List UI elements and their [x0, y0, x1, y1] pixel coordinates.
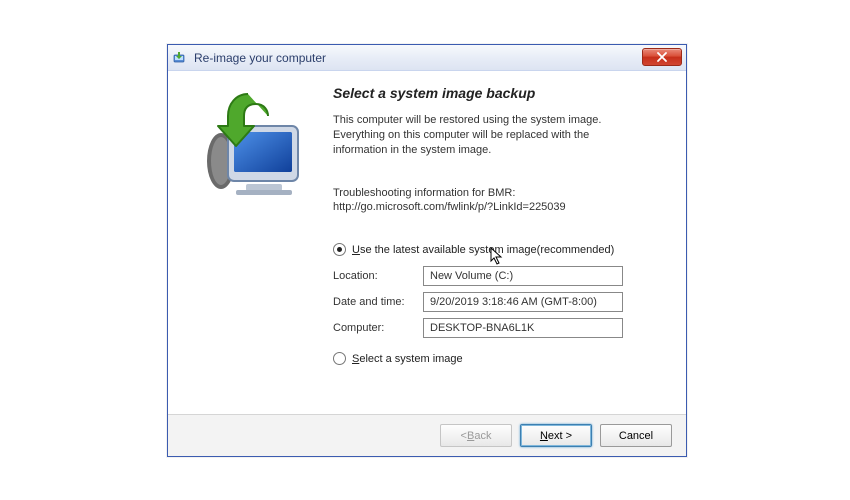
- troubleshoot-line1: Troubleshooting information for BMR:: [333, 186, 666, 201]
- troubleshoot-link: http://go.microsoft.com/fwlink/p/?LinkId…: [333, 200, 666, 215]
- radio-icon: [333, 243, 346, 256]
- page-heading: Select a system image backup: [333, 85, 666, 101]
- field-datetime: Date and time: 9/20/2019 3:18:46 AM (GMT…: [333, 292, 666, 312]
- client-area: Select a system image backup This comput…: [168, 71, 686, 414]
- restore-hero-icon: [186, 86, 316, 206]
- window-title: Re-image your computer: [194, 51, 326, 65]
- option-select-image[interactable]: Select a system image: [333, 352, 666, 365]
- location-value: New Volume (C:): [423, 266, 623, 286]
- app-icon: [172, 50, 188, 66]
- datetime-label: Date and time:: [333, 296, 423, 308]
- location-label: Location:: [333, 270, 423, 282]
- field-location: Location: New Volume (C:): [333, 266, 666, 286]
- computer-label: Computer:: [333, 322, 423, 334]
- page-description: This computer will be restored using the…: [333, 113, 633, 158]
- image-details: Location: New Volume (C:) Date and time:…: [333, 266, 666, 338]
- next-button[interactable]: Next >: [520, 424, 592, 447]
- titlebar: Re-image your computer: [168, 45, 686, 71]
- datetime-value: 9/20/2019 3:18:46 AM (GMT-8:00): [423, 292, 623, 312]
- option-use-latest[interactable]: Use the latest available system image(re…: [333, 243, 666, 256]
- option-use-latest-label: Use the latest available system image(re…: [352, 244, 614, 256]
- left-pane: [168, 71, 333, 414]
- troubleshoot-info: Troubleshooting information for BMR: htt…: [333, 186, 666, 216]
- radio-icon: [333, 352, 346, 365]
- cancel-button[interactable]: Cancel: [600, 424, 672, 447]
- reimage-wizard-window: Re-image your computer: [167, 44, 687, 457]
- field-computer: Computer: DESKTOP-BNA6L1K: [333, 318, 666, 338]
- back-button: < Back: [440, 424, 512, 447]
- computer-value: DESKTOP-BNA6L1K: [423, 318, 623, 338]
- wizard-footer: < Back Next > Cancel: [168, 414, 686, 456]
- option-select-image-label: Select a system image: [352, 353, 463, 365]
- right-pane: Select a system image backup This comput…: [333, 71, 686, 414]
- close-button[interactable]: [642, 48, 682, 66]
